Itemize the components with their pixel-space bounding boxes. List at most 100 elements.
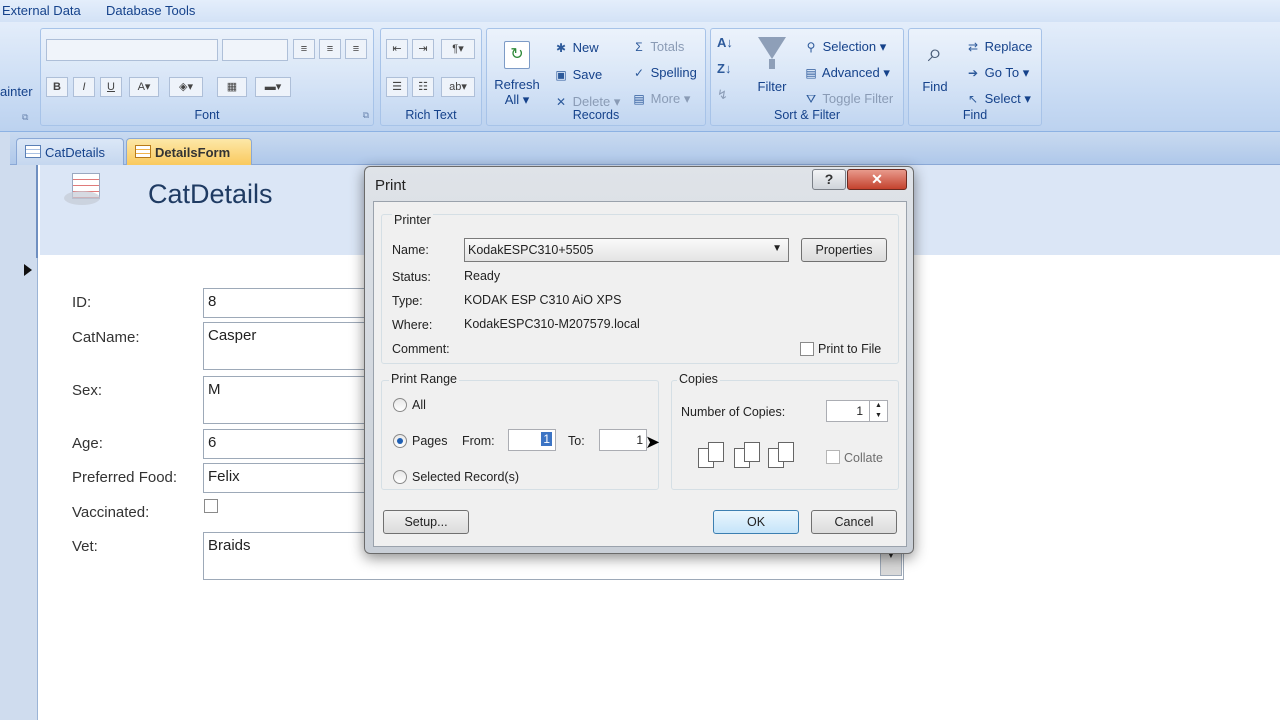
bold-icon[interactable]: B [46,77,68,97]
type-value: KODAK ESP C310 AiO XPS [464,293,622,307]
find-button[interactable]: ⌕ Find [915,37,955,94]
totals-button[interactable]: Σ Totals [631,39,684,54]
selected-records-radio[interactable] [393,470,407,484]
find-group: ⌕ Find ⇄ Replace ➔ Go To ▾ ↖ Select ▾ Fi… [908,28,1042,126]
from-input[interactable]: 1 [508,429,556,451]
all-label: All [412,398,426,412]
field-label-id: ID: [72,294,92,311]
printer-name-value: KodakESPC310+5505 [468,243,594,257]
cancel-button[interactable]: Cancel [811,510,897,534]
align-right-icon[interactable]: ≡ [345,39,367,59]
indent-decrease-icon[interactable]: ⇤ [386,39,408,59]
field-catname[interactable]: Casper [203,322,373,370]
printer-group-label: Printer [392,213,433,227]
replace-icon: ⇄ [967,40,979,54]
new-record-button[interactable]: ✱ New [553,40,599,55]
form-logo-icon [64,173,104,207]
records-group: ↻ Refresh All ▾ ✱ New ▣ Save ✕ Delete ▾ … [486,28,706,126]
bullet-list-icon[interactable]: ☰ [386,77,408,97]
printer-name-select[interactable]: KodakESPC310+5505 ▼ [464,238,789,262]
indent-increase-icon[interactable]: ⇥ [412,39,434,59]
align-left-icon[interactable]: ≡ [293,39,315,59]
ok-button[interactable]: OK [713,510,799,534]
number-of-copies-label: Number of Copies: [681,405,786,419]
setup-button[interactable]: Setup... [383,510,469,534]
advanced-button[interactable]: ▤ Advanced ▾ [803,65,890,81]
spelling-button[interactable]: ✓ Spelling [631,65,697,80]
field-label-sex: Sex: [72,382,103,399]
field-label-vet: Vet: [72,538,98,555]
fill-color-icon[interactable]: ◈▾ [169,77,203,97]
tab-detailsform[interactable]: DetailsForm [126,138,252,165]
current-record-icon [24,264,32,276]
numbered-list-icon[interactable]: ☷ [412,77,434,97]
field-sex[interactable]: M [203,376,373,424]
filter-button[interactable]: Filter [753,37,791,94]
clipboard-launcher-icon[interactable]: ⧉ [22,112,28,123]
highlight-icon[interactable]: ab▾ [441,77,475,97]
mouse-cursor-icon: ➤ [645,432,661,452]
filter-funnel-icon [758,37,786,59]
properties-button[interactable]: Properties [801,238,887,262]
status-label: Status: [392,270,431,284]
gridlines-icon[interactable]: ▦ [217,77,247,97]
copies-value: 1 [856,404,863,418]
goto-arrow-icon: ➔ [967,66,979,80]
font-size-combo[interactable] [222,39,288,61]
font-name-combo[interactable] [46,39,218,61]
refresh-label: Refresh [494,77,540,92]
copies-label: Copies [677,372,720,386]
field-label-catname: CatName: [72,329,140,346]
paragraph-icon[interactable]: ¶▾ [441,39,475,59]
selection-button[interactable]: ⚲ Selection ▾ [803,39,887,55]
help-button[interactable]: ? [812,169,846,190]
collate-checkbox[interactable] [826,450,840,464]
replace-button[interactable]: ⇄ Replace [965,39,1032,54]
print-to-file-checkbox[interactable] [800,342,814,356]
collate-label: Collate [844,451,883,465]
field-preferred-food[interactable]: Felix [203,463,373,493]
spin-down-icon[interactable]: ▼ [869,411,887,421]
toggle-filter-button[interactable]: ⛛ Toggle Filter [803,91,893,107]
tab-catdetails[interactable]: CatDetails [16,138,124,165]
field-label-preferred-food: Preferred Food: [72,469,178,486]
record-selector[interactable] [14,258,38,720]
chevron-down-icon: ▼ [772,243,782,254]
delete-icon: ✕ [555,95,567,109]
line-color-icon[interactable]: ▬▾ [255,77,291,97]
select-button[interactable]: ↖ Select ▾ [965,91,1031,107]
font-launcher-icon[interactable]: ⧉ [363,110,369,121]
menu-database-tools[interactable]: Database Tools [106,3,195,18]
field-vaccinated-checkbox[interactable] [204,499,218,513]
pages-radio[interactable] [393,434,407,448]
records-group-label: Records [572,108,620,122]
form-icon [135,145,151,158]
font-color-icon[interactable]: A▾ [129,77,159,97]
underline-icon[interactable]: U [100,77,122,97]
all-radio[interactable] [393,398,407,412]
menu-external-data[interactable]: External Data [2,3,81,18]
copies-spinner[interactable]: 1 ▲ ▼ [826,400,888,422]
field-age[interactable]: 6 [203,429,373,459]
rich-text-group-label: Rich Text [405,108,457,122]
italic-icon[interactable]: I [73,77,95,97]
to-value: 1 [636,433,643,447]
more-button[interactable]: ▤ More ▾ [631,91,690,107]
sort-descending-icon[interactable]: Z↓ [717,61,731,76]
align-center-icon[interactable]: ≡ [319,39,341,59]
clear-sort-icon[interactable]: ↯ [717,87,728,103]
type-label: Type: [392,294,423,308]
print-to-file-label: Print to File [818,342,882,356]
goto-button[interactable]: ➔ Go To ▾ [965,65,1029,81]
name-label: Name: [392,243,429,257]
where-value: KodakESPC310-M207579.local [464,317,640,331]
refresh-all-button[interactable]: ↻ Refresh All ▾ [491,37,543,111]
sigma-icon: Σ [635,40,643,54]
spin-up-icon[interactable]: ▲ [869,401,887,411]
field-id[interactable]: 8 [203,288,373,318]
to-input[interactable]: 1 [599,429,647,451]
format-painter-button[interactable]: ainter [0,84,33,99]
save-record-button[interactable]: ▣ Save [553,67,602,82]
close-button[interactable]: ✕ [847,169,907,190]
sort-ascending-icon[interactable]: A↓ [717,35,733,50]
